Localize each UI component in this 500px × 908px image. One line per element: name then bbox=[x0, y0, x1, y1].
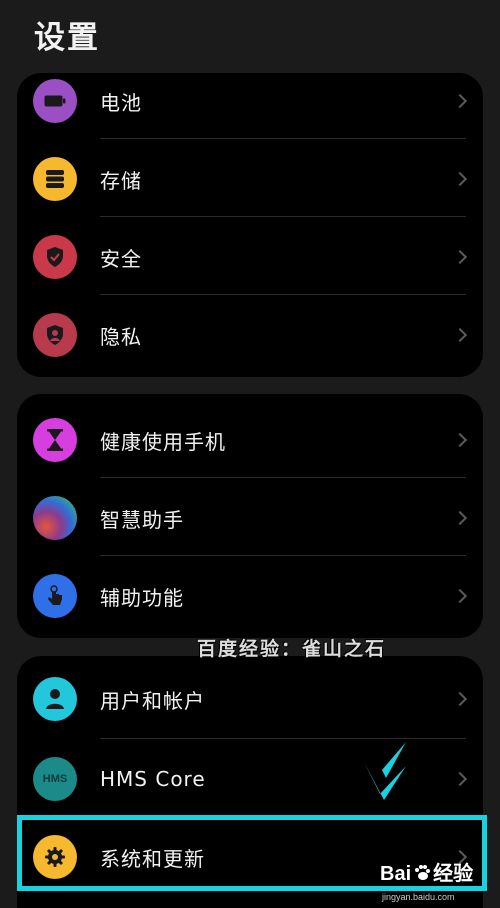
settings-item-label: 隐私 bbox=[100, 324, 142, 349]
settings-group-2: 健康使用手机 智慧助手 辅助功能 bbox=[17, 394, 483, 638]
chevron-right-icon bbox=[452, 510, 468, 526]
divider bbox=[100, 294, 466, 295]
divider bbox=[100, 216, 466, 217]
settings-item-assistant[interactable]: 智慧助手 bbox=[17, 479, 483, 557]
baidu-url: jingyan.baidu.com bbox=[382, 892, 455, 902]
chevron-right-icon bbox=[452, 93, 468, 109]
settings-item-label: 存储 bbox=[100, 168, 142, 193]
settings-item-digital-balance[interactable]: 健康使用手机 bbox=[17, 401, 483, 479]
chevron-right-icon bbox=[452, 588, 468, 604]
accessibility-hand-icon bbox=[33, 574, 77, 618]
settings-item-privacy[interactable]: 隐私 bbox=[17, 296, 483, 374]
storage-icon bbox=[33, 157, 77, 201]
settings-item-label: 安全 bbox=[100, 246, 142, 271]
page-title: 设置 bbox=[34, 20, 100, 56]
divider bbox=[100, 738, 466, 739]
settings-item-users-accounts[interactable]: 用户和帐户 bbox=[17, 660, 483, 738]
assistant-icon bbox=[33, 496, 77, 540]
annotation-arrow-icon bbox=[364, 738, 406, 800]
settings-item-storage[interactable]: 存储 bbox=[17, 140, 483, 218]
settings-item-label: 智慧助手 bbox=[100, 507, 184, 532]
shield-icon bbox=[33, 235, 77, 279]
settings-group-1: 电池 存储 安全 隐私 bbox=[17, 73, 483, 377]
baidu-logo: Bai 经验 bbox=[380, 863, 474, 885]
chevron-right-icon bbox=[452, 171, 468, 187]
settings-item-label: 辅助功能 bbox=[100, 585, 184, 610]
privacy-icon bbox=[33, 313, 77, 357]
chevron-right-icon bbox=[452, 771, 468, 787]
settings-item-label: 电池 bbox=[100, 90, 142, 115]
chevron-right-icon bbox=[452, 327, 468, 343]
settings-item-battery[interactable]: 电池 bbox=[17, 62, 483, 140]
chevron-right-icon bbox=[452, 432, 468, 448]
chevron-right-icon bbox=[452, 691, 468, 707]
settings-item-label: HMS Core bbox=[100, 767, 206, 791]
hourglass-icon bbox=[33, 418, 77, 462]
settings-item-label: 健康使用手机 bbox=[100, 429, 226, 454]
divider bbox=[100, 555, 466, 556]
paw-icon bbox=[415, 865, 431, 880]
settings-item-security[interactable]: 安全 bbox=[17, 218, 483, 296]
user-icon bbox=[33, 677, 77, 721]
settings-item-label: 用户和帐户 bbox=[100, 688, 205, 713]
chevron-right-icon bbox=[452, 249, 468, 265]
settings-item-accessibility[interactable]: 辅助功能 bbox=[17, 557, 483, 635]
divider bbox=[100, 477, 466, 478]
battery-icon bbox=[33, 79, 77, 123]
settings-screen: 设置 电池 存储 安全 隐私 健康使用手机 智慧助手 辅助功能 用户和帐户 HM… bbox=[0, 0, 500, 908]
settings-item-hms-core[interactable]: HMS HMS Core bbox=[17, 740, 483, 818]
watermark-text: 百度经验：雀山之石 bbox=[197, 638, 387, 660]
divider bbox=[100, 138, 466, 139]
hms-icon: HMS bbox=[33, 757, 77, 801]
